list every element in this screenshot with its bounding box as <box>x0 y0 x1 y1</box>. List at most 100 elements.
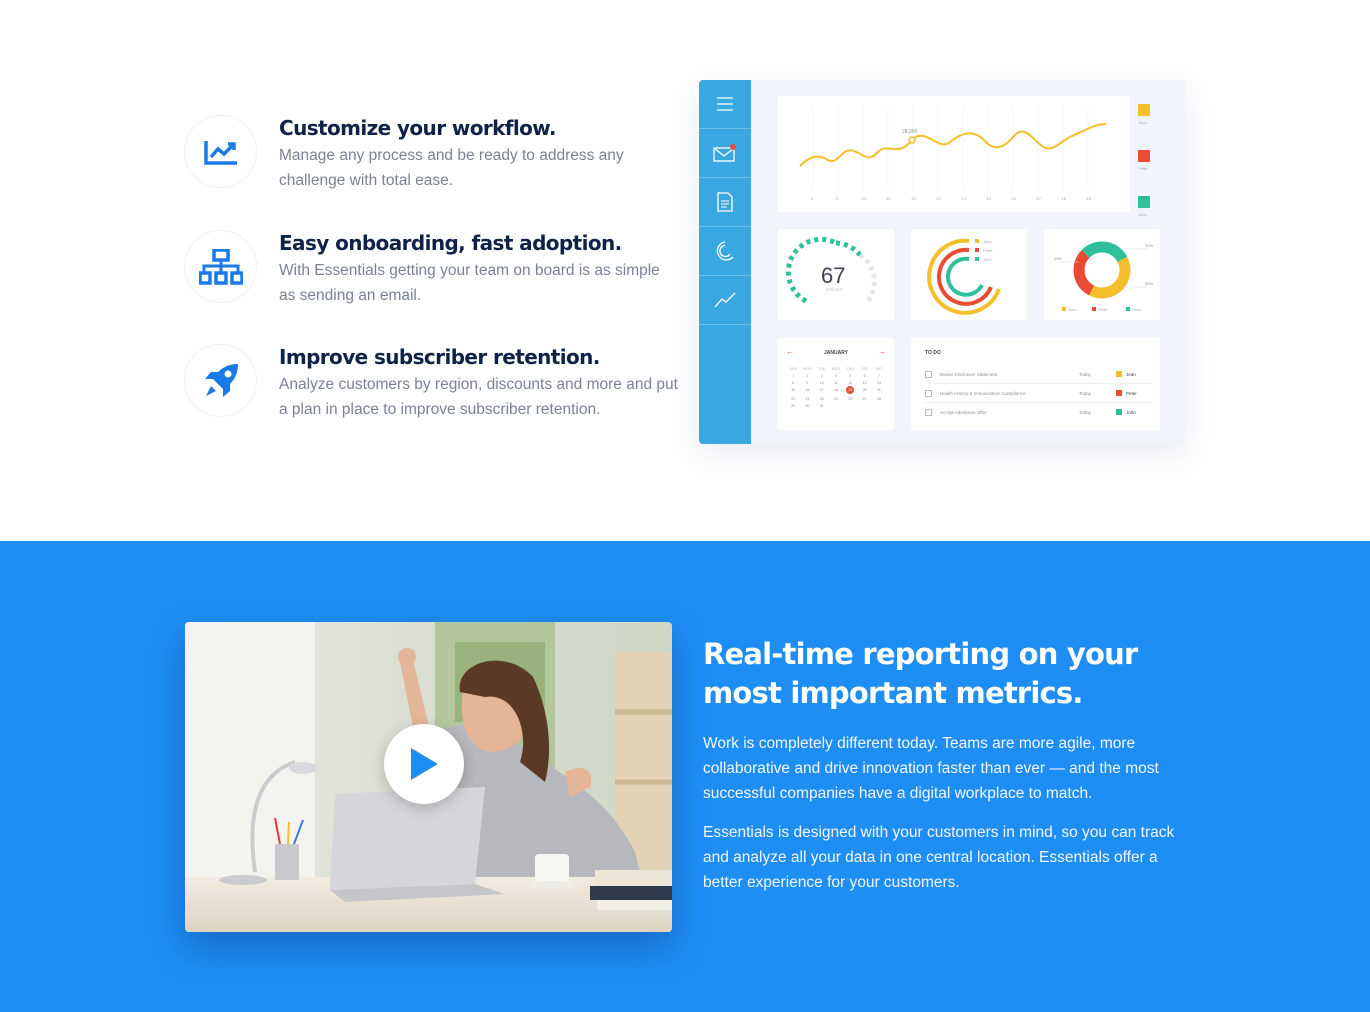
calendar-day[interactable]: 15 <box>786 388 800 394</box>
legend-label: Jean <box>1138 120 1147 125</box>
calendar-day[interactable]: 17 <box>815 388 829 394</box>
calendar-day[interactable]: 4 <box>829 374 843 378</box>
menu-icon <box>699 80 751 129</box>
mail-icon <box>699 129 751 178</box>
dashboard-sidebar <box>699 80 751 444</box>
donut-chart: 20% 30% 30% Jean Peter John <box>1054 241 1153 312</box>
calendar-day[interactable]: 30 <box>800 404 814 408</box>
x-tick-label: 12 <box>911 196 917 201</box>
calendar-weekday: FRI <box>861 367 868 371</box>
x-tick-label: 15 <box>986 196 992 201</box>
calendar-day[interactable]: 14 <box>872 381 886 385</box>
calendar-day[interactable]: 10 <box>815 381 829 385</box>
donut-label: 20% <box>1054 256 1062 261</box>
calendar-day[interactable]: 5 <box>843 374 857 378</box>
calendar-day[interactable]: 7 <box>872 374 886 378</box>
calendar-day[interactable]: 18 <box>829 388 843 394</box>
sitemap-icon <box>184 230 257 303</box>
todo-task: Accept Admission Offer <box>940 410 987 415</box>
feature-title: Improve subscriber retention. <box>279 345 600 369</box>
gauge-card: 67 PERCENT <box>778 229 894 320</box>
calendar-day[interactable]: 6 <box>857 374 871 378</box>
calendar-day[interactable]: 8 <box>786 381 800 385</box>
line-chart-icon <box>184 115 257 188</box>
calendar-day[interactable]: 27 <box>857 397 871 401</box>
legend-swatch-yellow <box>1138 104 1150 116</box>
calendar-day[interactable]: 3 <box>815 374 829 378</box>
todo-row: Bursar Disclosure Statement Today Jean <box>925 365 1153 384</box>
todo-when: Today <box>1079 410 1092 415</box>
todo-when: Today <box>1079 372 1092 377</box>
donut-label: 30% <box>1145 243 1153 248</box>
calendar-day[interactable]: 12 <box>843 381 857 385</box>
trend-icon <box>699 276 751 325</box>
calendar-weekday: THU <box>846 367 854 371</box>
calendar-day[interactable]: 11 <box>829 381 843 385</box>
calendar-day[interactable]: 9 <box>800 381 814 385</box>
todo-card: TO DO Bursar Disclosure Statement Today Je… <box>911 338 1160 430</box>
todo-checkbox[interactable] <box>925 390 932 397</box>
calendar-day[interactable]: 25 <box>829 397 843 401</box>
play-button[interactable] <box>384 724 464 804</box>
reporting-paragraph-2: Essentials is designed with your custome… <box>703 824 1175 891</box>
calendar-weekday: MON <box>803 367 812 371</box>
feature-title: Customize your workflow. <box>279 116 557 140</box>
calendar-day[interactable]: 23 <box>800 397 814 401</box>
calendar-day-selected[interactable]: 19 <box>846 386 855 394</box>
todo-checkbox[interactable] <box>925 409 932 416</box>
radial-chart-icon <box>699 227 751 276</box>
todo-assignee: Peter <box>1126 391 1137 396</box>
gauge-chart: 67 PERCENT <box>785 236 877 304</box>
feature-title: Easy onboarding, fast adoption. <box>279 231 622 255</box>
legend-label: Peter <box>1138 166 1148 171</box>
todo-task: Health History & Immunization Compliance <box>940 391 1026 396</box>
calendar-grid: SUN MON TUE WED THU FRI SAT 1 2 3 4 5 6 7 8 9 10 11 12 13 14… <box>786 367 886 408</box>
line-chart: 28,000 8 9 10 11 12 13 14 15 16 17 18 19 <box>799 106 1107 201</box>
dashboard-mockup: 28,000 8 9 10 11 12 13 14 15 16 17 18 19 Jean Peter… <box>699 80 1185 444</box>
todo-title: TO DO <box>925 350 941 356</box>
x-tick-label: 13 <box>936 196 942 201</box>
gauge-label: PERCENT <box>826 288 844 292</box>
calendar-day[interactable]: 22 <box>786 397 800 401</box>
donut-card: 20% 30% 30% Jean Peter John <box>1044 229 1160 320</box>
todo-row: Health History & Immunization Compliance… <box>925 384 1153 403</box>
calendar-day[interactable]: 28 <box>872 397 886 401</box>
calendar-day[interactable]: 1 <box>786 374 800 378</box>
reporting-paragraph-1: Work is completely different today. Team… <box>703 735 1159 802</box>
calendar-day[interactable]: 24 <box>815 397 829 401</box>
video-thumbnail[interactable] <box>185 622 672 932</box>
calendar-card: ← JANUARY → SUN MON TUE WED THU FRI SAT 1 2 3 4 5 6 7… <box>778 338 894 430</box>
calendar-weekday: WED <box>831 367 841 371</box>
calendar-month: JANUARY <box>824 350 848 356</box>
todo-when: Today <box>1079 391 1092 396</box>
calendar-day[interactable]: 21 <box>872 388 886 394</box>
x-tick-label: 8 <box>811 196 814 201</box>
calendar-day[interactable]: 2 <box>800 374 814 378</box>
calendar-day[interactable]: 13 <box>857 381 871 385</box>
donut-legend-label: Peter <box>1098 307 1108 312</box>
radial-card: Jean Peter John <box>911 229 1027 320</box>
calendar-day[interactable]: 20 <box>857 388 871 394</box>
radial-legend-label: Peter <box>983 248 993 253</box>
calendar-day[interactable]: 31 <box>815 404 829 408</box>
todo-task: Bursar Disclosure Statement <box>940 372 998 377</box>
todo-list: Bursar Disclosure Statement Today Jean Heal… <box>925 365 1153 422</box>
todo-assignee-swatch <box>1116 371 1122 377</box>
document-icon <box>699 178 751 227</box>
donut-legend-label: John <box>1132 307 1141 312</box>
todo-assignee: John <box>1126 410 1136 415</box>
donut-legend-label: Jean <box>1068 307 1077 312</box>
x-tick-label: 16 <box>1011 196 1017 201</box>
legend-swatch-green <box>1138 196 1150 208</box>
radial-legend-label: John <box>983 257 992 262</box>
todo-checkbox[interactable] <box>925 371 932 378</box>
calendar-weekday: SUN <box>789 367 797 371</box>
feature-description: Analyze customers by region, discounts a… <box>279 376 678 418</box>
calendar-day[interactable]: 26 <box>843 397 857 401</box>
calendar-day[interactable]: 29 <box>786 404 800 408</box>
calendar-day[interactable]: 16 <box>800 388 814 394</box>
x-tick-label: 17 <box>1036 196 1042 201</box>
features-section: Customize your workflow. Manage any proc… <box>0 0 1370 541</box>
play-icon <box>411 748 438 780</box>
next-month-arrow-icon: → <box>878 347 886 356</box>
